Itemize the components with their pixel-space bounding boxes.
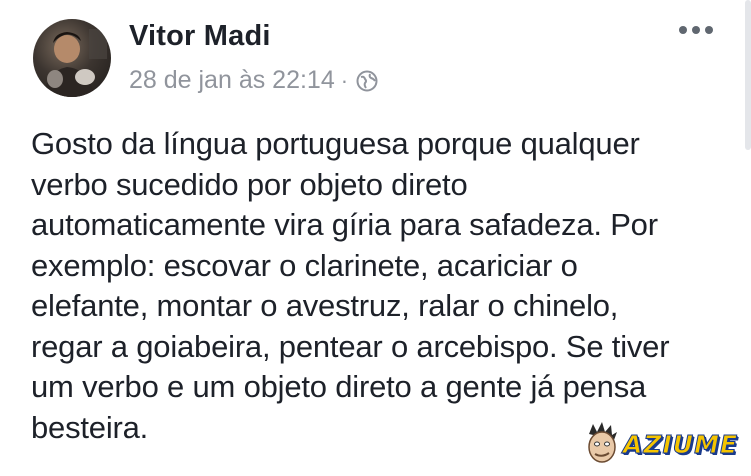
more-dot bbox=[692, 26, 700, 34]
post-timestamp[interactable]: 28 de jan às 22:14 bbox=[129, 66, 335, 95]
more-dot bbox=[679, 26, 687, 34]
facebook-post: Vitor Madi 28 de jan às 22:14 · Gosto da… bbox=[0, 0, 751, 476]
post-text-line: regar a goiabeira, pentear o arcebispo. … bbox=[31, 328, 670, 364]
post-text: Gosto da língua portuguesa porque qualqu… bbox=[31, 124, 731, 448]
more-dot bbox=[705, 26, 713, 34]
globe-icon[interactable] bbox=[356, 70, 378, 92]
author-name[interactable]: Vitor Madi bbox=[129, 20, 271, 53]
post-text-line: Gosto da língua portuguesa porque qualqu… bbox=[31, 126, 640, 161]
scrollbar[interactable] bbox=[745, 0, 751, 150]
watermark-logo: AZIUME bbox=[583, 420, 743, 468]
post-text-line: automaticamente vira gíria para safadeza… bbox=[31, 207, 658, 242]
mascot-face-icon bbox=[583, 422, 621, 466]
post-text-line: verbo sucedido por objeto direto bbox=[31, 166, 468, 202]
post-meta: 28 de jan às 22:14 · bbox=[129, 66, 378, 95]
post-text-line: exemplo: escovar o clarinete, acariciar … bbox=[31, 247, 578, 283]
avatar[interactable] bbox=[33, 19, 111, 97]
post-text-line: um verbo e um objeto direto a gente já p… bbox=[31, 369, 647, 404]
avatar-photo bbox=[43, 29, 107, 97]
meta-separator: · bbox=[340, 67, 349, 93]
post-text-line: elefante, montar o avestruz, ralar o chi… bbox=[31, 288, 619, 323]
more-options-icon[interactable] bbox=[679, 26, 713, 34]
watermark-text: AZIUME bbox=[622, 429, 739, 459]
